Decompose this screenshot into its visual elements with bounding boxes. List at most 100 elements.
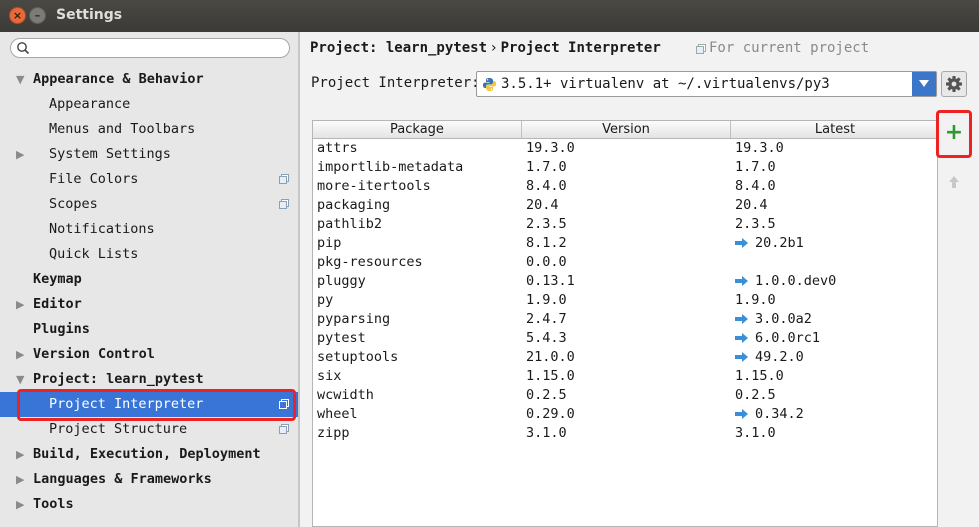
table-row[interactable]: packaging 20.4 20.4 (313, 196, 937, 215)
package-latest-cell: 19.3.0 (735, 139, 784, 158)
sidebar-item-appearance-behavior[interactable]: ▼ Appearance & Behavior (0, 67, 298, 92)
sidebar-item-build-execution-deployment[interactable]: ▶ Build, Execution, Deployment (0, 442, 298, 467)
up-arrow-icon[interactable] (946, 174, 962, 190)
package-name-cell: setuptools (317, 349, 399, 365)
package-version-cell: 0.29.0 (526, 406, 575, 422)
sidebar-item-label: System Settings (49, 146, 171, 162)
table-row[interactable]: pluggy 0.13.1 1.0.0.dev0 (313, 272, 937, 291)
package-latest-cell: 49.2.0 (735, 348, 804, 367)
package-version-cell: 2.3.5 (526, 216, 567, 232)
breadcrumb-page: Project Interpreter (500, 40, 661, 56)
sidebar-item-label: Version Control (33, 346, 155, 362)
package-latest-cell: 1.9.0 (735, 291, 776, 310)
package-name-cell: pip (317, 235, 342, 251)
table-row[interactable]: attrs 19.3.0 19.3.0 (313, 139, 937, 158)
sidebar-item-label: Quick Lists (49, 246, 139, 262)
table-header: Package Version Latest (313, 121, 937, 139)
sidebar-item-label: Plugins (33, 321, 90, 337)
package-version-cell: 8.4.0 (526, 178, 567, 194)
highlight-box-add (936, 110, 972, 158)
table-row[interactable]: wheel 0.29.0 0.34.2 (313, 405, 937, 424)
latest-version-text: 3.0.0a2 (755, 311, 812, 327)
table-row[interactable]: pathlib2 2.3.5 2.3.5 (313, 215, 937, 234)
latest-version-text: 20.4 (735, 197, 768, 213)
sidebar-item-system-settings[interactable]: ▶ System Settings (0, 142, 298, 167)
sidebar-item-scopes[interactable]: Scopes (0, 192, 298, 217)
sidebar-item-label: File Colors (49, 171, 139, 187)
sidebar-item-label: Menus and Toolbars (49, 121, 196, 137)
search-icon (17, 42, 30, 55)
package-latest-cell: 1.15.0 (735, 367, 784, 386)
breadcrumb: Project: learn_pytest › Project Interprete… (310, 40, 661, 56)
package-latest-cell: 1.0.0.dev0 (735, 272, 836, 291)
sidebar-item-version-control[interactable]: ▶ Version Control (0, 342, 298, 367)
latest-version-text: 3.1.0 (735, 425, 776, 441)
chevron-right-icon[interactable]: ▶ (16, 342, 28, 367)
chevron-down-icon[interactable]: ▼ (16, 67, 28, 92)
sidebar-item-quick-lists[interactable]: Quick Lists (0, 242, 298, 267)
table-row[interactable]: six 1.15.0 1.15.0 (313, 367, 937, 386)
package-latest-cell: 0.2.5 (735, 386, 776, 405)
table-row[interactable]: py 1.9.0 1.9.0 (313, 291, 937, 310)
chevron-right-icon[interactable]: ▶ (16, 467, 28, 492)
chevron-right-icon[interactable]: ▶ (16, 492, 28, 517)
upgrade-arrow-icon (735, 352, 748, 362)
package-name-cell: pluggy (317, 273, 366, 289)
package-version-cell: 3.1.0 (526, 425, 567, 441)
latest-version-text: 6.0.0rc1 (755, 330, 821, 346)
sidebar-item-editor[interactable]: ▶ Editor (0, 292, 298, 317)
table-row[interactable]: setuptools 21.0.0 49.2.0 (313, 348, 937, 367)
package-latest-cell: 20.2b1 (735, 234, 804, 253)
table-row[interactable]: pip 8.1.2 20.2b1 (313, 234, 937, 253)
sidebar-item-keymap[interactable]: Keymap (0, 267, 298, 292)
packages-table[interactable]: Package Version Latest attrs 19.3.0 19.3.0… (312, 120, 938, 527)
table-row[interactable]: pytest 5.4.3 6.0.0rc1 (313, 329, 937, 348)
sidebar-item-languages-frameworks[interactable]: ▶ Languages & Frameworks (0, 467, 298, 492)
sidebar-item-menus-and-toolbars[interactable]: Menus and Toolbars (0, 117, 298, 142)
sidebar-item-file-colors[interactable]: File Colors (0, 167, 298, 192)
gear-button[interactable] (941, 71, 967, 97)
table-row[interactable]: pkg-resources 0.0.0 (313, 253, 937, 272)
sidebar-item-plugins[interactable]: Plugins (0, 317, 298, 342)
latest-version-text: 19.3.0 (735, 140, 784, 156)
package-name-cell: wheel (317, 406, 358, 422)
sidebar-item-label: Scopes (49, 196, 98, 212)
latest-version-text: 2.3.5 (735, 216, 776, 232)
highlight-box-interpreter (17, 389, 296, 421)
sidebar-item-notifications[interactable]: Notifications (0, 217, 298, 242)
package-version-cell: 0.0.0 (526, 254, 567, 270)
close-icon[interactable]: × (9, 7, 26, 24)
interpreter-select[interactable]: 3.5.1+ virtualenv at ~/.virtualenvs/py3 (476, 71, 937, 97)
column-header-package[interactable]: Package (313, 121, 522, 138)
table-row[interactable]: importlib-metadata 1.7.0 1.7.0 (313, 158, 937, 177)
column-header-latest[interactable]: Latest (731, 121, 937, 138)
copy-icon (279, 174, 289, 184)
sidebar-item-appearance[interactable]: Appearance (0, 92, 298, 117)
chevron-down-icon[interactable] (912, 72, 936, 96)
latest-version-text: 1.7.0 (735, 159, 776, 175)
package-version-cell: 21.0.0 (526, 349, 575, 365)
upgrade-arrow-icon (735, 333, 748, 343)
breadcrumb-project: Project: learn_pytest (310, 40, 488, 56)
latest-version-text: 1.15.0 (735, 368, 784, 384)
package-version-cell: 1.9.0 (526, 292, 567, 308)
latest-version-text: 8.4.0 (735, 178, 776, 194)
table-row[interactable]: zipp 3.1.0 3.1.0 (313, 424, 937, 443)
package-version-cell: 8.1.2 (526, 235, 567, 251)
package-name-cell: py (317, 292, 334, 308)
chevron-right-icon[interactable]: ▶ (16, 142, 28, 167)
gear-icon (946, 76, 962, 92)
package-version-cell: 0.2.5 (526, 387, 567, 403)
sidebar-item-label: Languages & Frameworks (33, 471, 212, 487)
table-row[interactable]: more-itertools 8.4.0 8.4.0 (313, 177, 937, 196)
sidebar-item-tools[interactable]: ▶ Tools (0, 492, 298, 517)
chevron-right-icon[interactable]: ▶ (16, 292, 28, 317)
table-row[interactable]: wcwidth 0.2.5 0.2.5 (313, 386, 937, 405)
interpreter-value: 3.5.1+ virtualenv at ~/.virtualenvs/py3 (501, 76, 830, 92)
minimize-icon[interactable]: – (29, 7, 46, 24)
search-input[interactable] (10, 38, 290, 58)
chevron-right-icon[interactable]: ▶ (16, 442, 28, 467)
table-row[interactable]: pyparsing 2.4.7 3.0.0a2 (313, 310, 937, 329)
column-header-version[interactable]: Version (522, 121, 731, 138)
package-name-cell: pathlib2 (317, 216, 383, 232)
